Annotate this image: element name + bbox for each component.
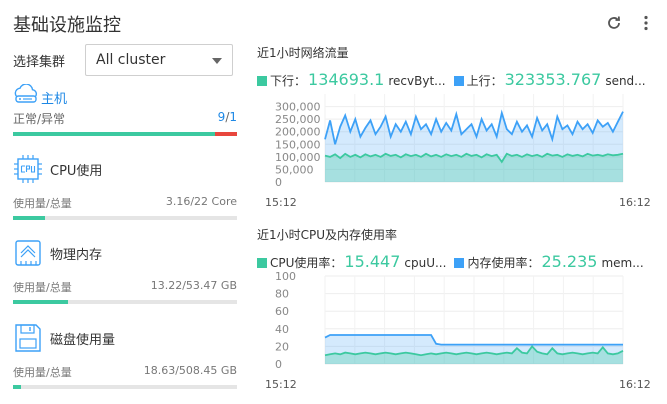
cpu-icon	[13, 152, 43, 186]
caret-down-icon	[212, 58, 222, 64]
cluster-label: 选择集群	[13, 54, 66, 70]
y-tick-label: 150,000	[275, 138, 321, 151]
metric-value: 3.16/22 Core	[165, 195, 237, 208]
legend-swatch	[453, 76, 464, 86]
y-tick-label: 0	[275, 176, 282, 189]
host-normal-bar	[13, 132, 215, 136]
cluster-selector-row: 选择集群 All cluster	[13, 44, 237, 76]
y-tick-label: 40	[275, 323, 289, 336]
x-tick-label: 16:12	[619, 378, 651, 391]
y-tick-label: 50,000	[275, 163, 314, 176]
y-tick-label: 300,000	[275, 101, 321, 114]
metric-cpu: CPU使用 使用量/总量 3.16/22 Core	[13, 152, 237, 220]
legend-value: 25.235	[541, 252, 598, 271]
host-status-value: 9/1	[218, 110, 237, 127]
x-tick-label: 16:12	[619, 196, 651, 209]
legend-key: mem...	[601, 256, 644, 270]
header-actions	[605, 14, 655, 32]
legend-value: 323353.767	[504, 70, 602, 89]
metric-usage-label: 使用量/总量	[13, 366, 72, 379]
network-chart: 300,000 250,000 200,000 150,000 100,000 50,00…	[257, 90, 657, 210]
y-tick-label: 0	[275, 358, 282, 371]
host-link[interactable]: 主机	[13, 83, 68, 110]
metric-title: 物理内存	[50, 247, 103, 263]
metric-memory: 物理内存 使用量/总量 13.22/53.47 GB	[13, 236, 237, 304]
x-tick-label: 15:12	[265, 378, 297, 391]
metric-bar	[13, 300, 237, 304]
x-tick-label: 15:12	[265, 196, 297, 209]
cluster-select-value: All cluster	[96, 52, 166, 68]
metric-title: CPU使用	[50, 163, 103, 179]
metric-value: 18.63/508.45 GB	[143, 364, 237, 377]
legend-key: send...	[605, 74, 646, 88]
legend-swatch	[257, 76, 267, 86]
metric-usage-label: 使用量/总量	[13, 281, 72, 294]
network-chart-title: 近1小时网络流量	[257, 46, 349, 60]
network-legend: 下行： 134693.1 recvByt... 上行： 323353.767 s…	[257, 70, 657, 89]
host-abnormal-count: 1	[229, 110, 237, 124]
cluster-select[interactable]: All cluster	[85, 44, 233, 76]
legend-label: 上行：	[466, 74, 503, 88]
legend-label: 内存使用率：	[467, 256, 540, 270]
metric-bar-fill	[13, 385, 22, 389]
legend-key: cpuU...	[404, 256, 447, 270]
legend-swatch	[257, 258, 267, 268]
usage-chart-svg: 100 80 60 40 20 0 15:12 16:12	[265, 270, 651, 391]
metric-bar	[13, 216, 237, 220]
legend-label: 下行：	[270, 74, 307, 88]
metric-value: 13.22/53.47 GB	[150, 279, 237, 292]
page-title: 基础设施监控	[13, 15, 121, 36]
left-panel: 选择集群 All cluster 主机 正常/异常 9/1 CPU使用 使用量/…	[13, 44, 237, 389]
y-tick-label: 80	[275, 288, 289, 301]
legend-value: 15.447	[344, 252, 401, 271]
y-tick-label: 100,000	[275, 151, 321, 164]
right-panel: 近1小时网络流量 下行： 134693.1 recvByt... 上行： 323…	[257, 44, 657, 391]
metric-title: 磁盘使用量	[50, 332, 116, 348]
y-tick-label: 100	[275, 272, 296, 283]
legend-key: recvByt...	[388, 74, 446, 88]
metric-bar-fill	[13, 300, 69, 304]
host-health-row: 正常/异常 9/1	[13, 110, 237, 127]
refresh-icon[interactable]	[605, 14, 623, 32]
metric-disk: 磁盘使用量 使用量/总量 18.63/508.45 GB	[13, 321, 237, 389]
network-chart-svg: 300,000250,000200,000150,000100,00050,00…	[265, 94, 651, 209]
legend-value: 134693.1	[308, 70, 385, 89]
y-tick-label: 250,000	[275, 113, 321, 126]
host-status-label: 正常/异常	[13, 112, 66, 126]
host-label: 主机	[41, 91, 68, 107]
cloud-server-icon	[13, 83, 39, 110]
memory-icon	[13, 236, 43, 270]
y-tick-label: 200,000	[275, 126, 321, 139]
usage-chart: 100 80 60 40 20 0 15:12 16:12	[257, 270, 657, 392]
series-area-0	[325, 153, 623, 182]
host-abnormal-bar	[214, 132, 237, 136]
y-tick-label: 60	[275, 305, 289, 318]
legend-label: CPU使用率：	[270, 256, 343, 270]
usage-chart-header: 近1小时CPU及内存使用率 CPU使用率： 15.447 cpuU... 内存使…	[257, 226, 657, 271]
legend-swatch	[454, 258, 465, 268]
usage-legend: CPU使用率： 15.447 cpuU... 内存使用率： 25.235 mem…	[257, 252, 657, 271]
metric-usage-label: 使用量/总量	[13, 197, 72, 210]
more-vertical-icon[interactable]	[637, 14, 655, 32]
header: 基础设施监控	[0, 0, 667, 46]
disk-icon	[13, 321, 43, 355]
host-health-bar	[13, 132, 237, 136]
metric-bar	[13, 385, 237, 389]
usage-chart-title: 近1小时CPU及内存使用率	[257, 228, 398, 242]
metric-bar-fill	[13, 216, 46, 220]
y-tick-label: 20	[275, 340, 289, 353]
